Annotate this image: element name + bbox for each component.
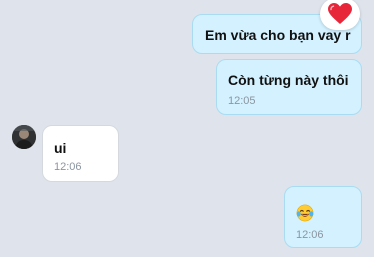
message-timestamp: 12:06 <box>54 161 82 173</box>
heart-icon <box>328 3 352 24</box>
message-timestamp: 12:06 <box>296 229 324 241</box>
message-text: ui <box>54 140 67 156</box>
outgoing-message-bubble[interactable]: Còn từng này thôi 12:05 <box>216 59 362 115</box>
reaction-badge[interactable] <box>320 0 360 30</box>
sender-avatar[interactable] <box>12 125 36 149</box>
message-timestamp: 12:05 <box>228 95 256 107</box>
avatar-image <box>12 125 36 149</box>
incoming-message-bubble[interactable]: ui 12:06 <box>42 125 119 182</box>
message-text: Em vừa cho bạn vay r <box>205 27 351 43</box>
laughing-tears-emoji-icon <box>296 204 314 222</box>
message-text: Còn từng này thôi <box>228 72 349 88</box>
outgoing-message-bubble[interactable]: 12:06 <box>284 186 362 248</box>
